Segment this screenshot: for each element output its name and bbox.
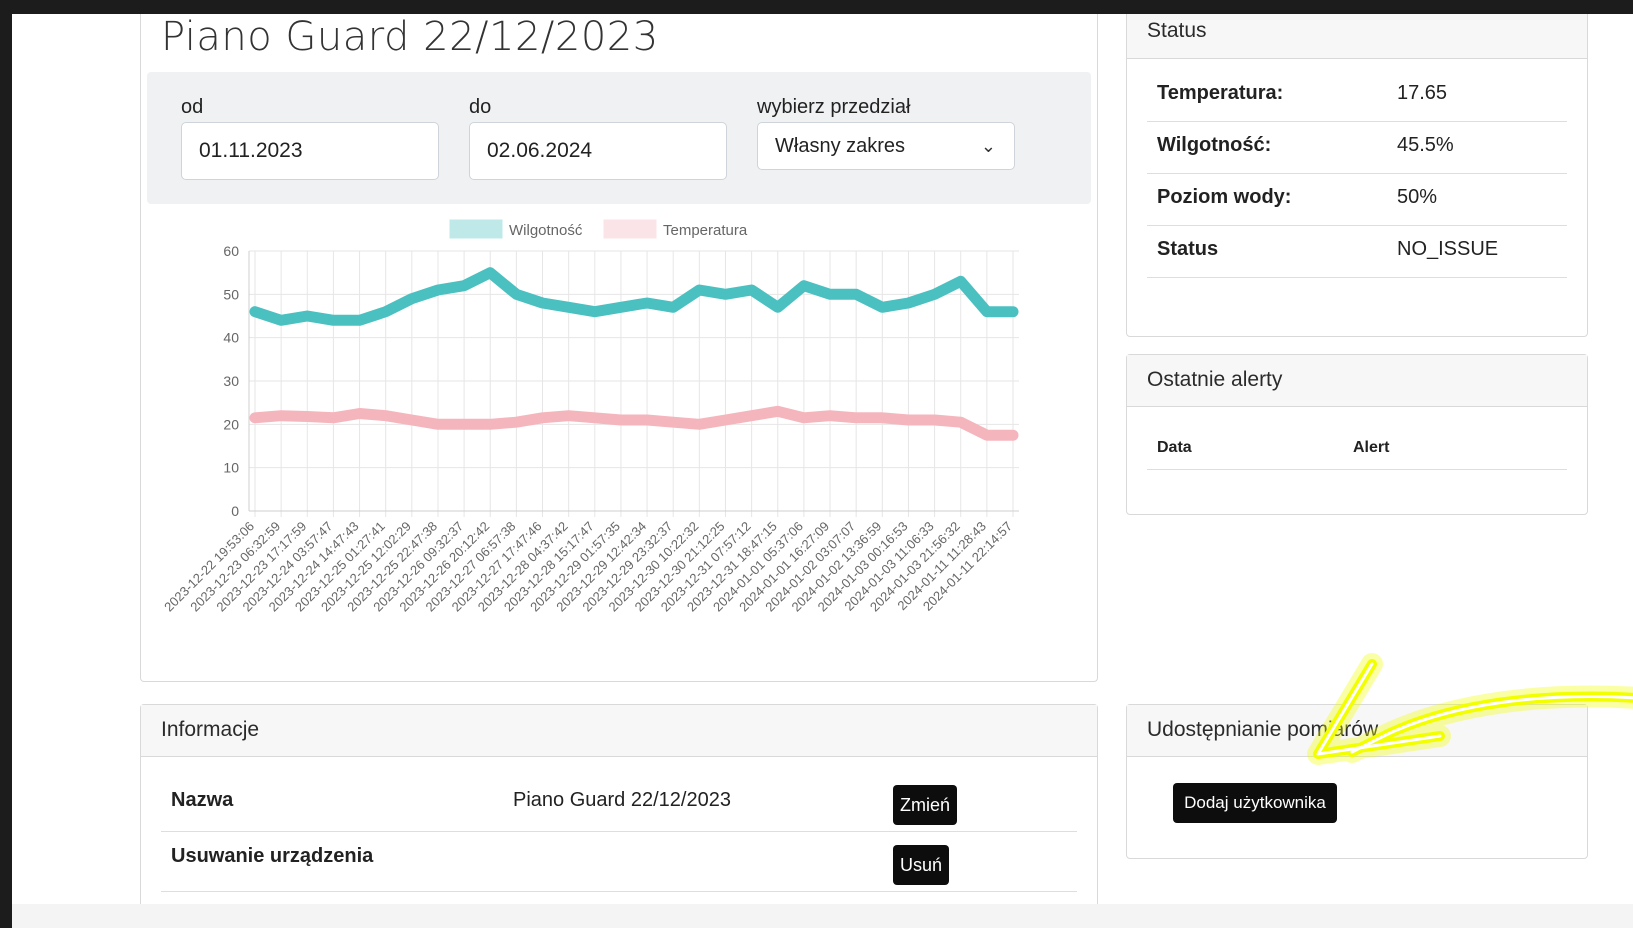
bottom-strip bbox=[12, 904, 1633, 928]
page: Piano Guard 22/12/2023 od 01.11.2023 do … bbox=[12, 14, 1633, 928]
highlight-arrow-icon bbox=[1307, 653, 1633, 765]
top-bar bbox=[0, 0, 1633, 14]
highlight-arrow-overlay bbox=[1307, 653, 1633, 765]
